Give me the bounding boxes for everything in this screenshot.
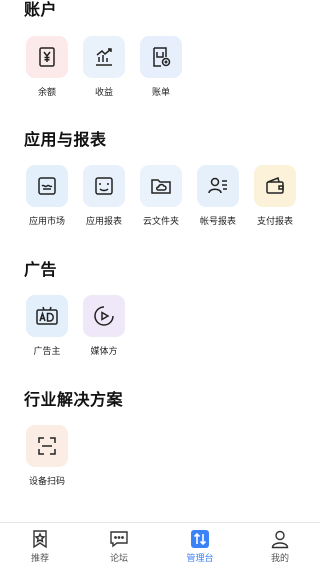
cloud-folder-icon [140, 165, 182, 207]
tab-mine[interactable]: 我的 [250, 529, 310, 564]
tab-recommend[interactable]: 推荐 [10, 529, 70, 564]
account-item-balance-label: 余额 [37, 88, 56, 98]
app-market-icon [26, 165, 68, 207]
apps-item-payment-report[interactable]: 支付报表 [247, 165, 303, 227]
star-bookmark-icon [33, 530, 47, 549]
apps-item-payment-report-label: 支付报表 [256, 217, 293, 227]
apps-item-account-report-label: 帐号报表 [199, 217, 236, 227]
earnings-chart-icon [83, 36, 125, 78]
ads-item-media[interactable]: 媒体方 [76, 295, 132, 357]
profile-icon [271, 530, 289, 549]
ads-item-media-label: 媒体方 [90, 347, 118, 357]
account-report-icon [197, 165, 239, 207]
section-title-industry: 行业解决方案 [24, 390, 124, 409]
apps-item-account-report[interactable]: 帐号报表 [190, 165, 246, 227]
apps-item-cloud-folder[interactable]: 云文件夹 [133, 165, 189, 227]
account-item-bill-label: 账单 [151, 88, 170, 98]
account-item-bill[interactable]: 账单 [133, 36, 189, 98]
chat-bubble-icon [110, 531, 128, 548]
industry-item-scan-label: 设备扫码 [28, 477, 65, 487]
wallet-yen-icon [26, 36, 68, 78]
bottom-tab-bar: 推荐 论坛 管理台 我的 [0, 522, 320, 569]
section-title-account: 账户 [24, 0, 58, 19]
ads-item-advertiser-label: 广告主 [33, 347, 61, 357]
apps-item-report-label: 应用报表 [85, 217, 122, 227]
section-title-apps: 应用与报表 [24, 130, 107, 149]
tab-mine-label: 我的 [270, 554, 289, 564]
tab-forum-label: 论坛 [109, 554, 128, 564]
app-report-icon [83, 165, 125, 207]
account-item-earnings[interactable]: 收益 [76, 36, 132, 98]
tab-recommend-label: 推荐 [30, 554, 49, 564]
apps-item-market[interactable]: 应用市场 [19, 165, 75, 227]
tab-manage-console-label: 管理台 [186, 554, 214, 564]
apps-item-report[interactable]: 应用报表 [76, 165, 132, 227]
industry-item-scan[interactable]: 设备扫码 [19, 425, 75, 487]
section-title-ads: 广告 [24, 260, 58, 279]
scan-icon [26, 425, 68, 467]
tab-forum[interactable]: 论坛 [89, 529, 149, 564]
manage-console-icon [191, 530, 209, 548]
account-item-earnings-label: 收益 [94, 88, 113, 98]
apps-item-market-label: 应用市场 [28, 217, 65, 227]
bill-icon [140, 36, 182, 78]
apps-item-cloud-folder-label: 云文件夹 [142, 217, 179, 227]
payment-report-icon [254, 165, 296, 207]
ad-icon [26, 295, 68, 337]
tab-manage-console[interactable]: 管理台 [170, 529, 230, 564]
account-item-balance[interactable]: 余额 [19, 36, 75, 98]
ads-item-advertiser[interactable]: 广告主 [19, 295, 75, 357]
media-play-icon [83, 295, 125, 337]
